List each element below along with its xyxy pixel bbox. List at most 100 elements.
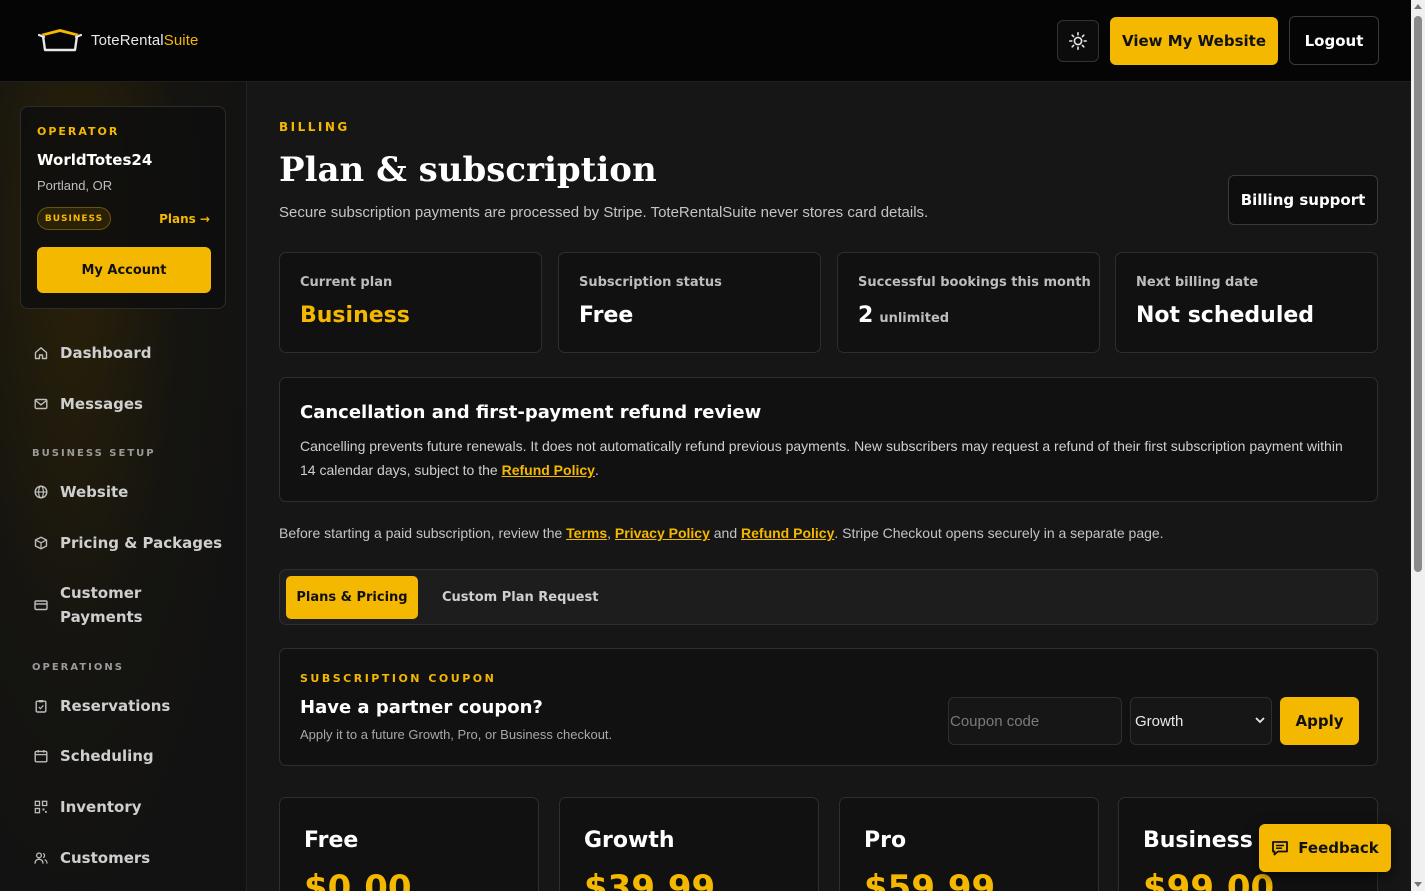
privacy-policy-link[interactable]: Privacy Policy bbox=[615, 525, 710, 541]
notice-title: Cancellation and first-payment refund re… bbox=[300, 402, 762, 423]
credit-card-icon bbox=[34, 598, 48, 612]
plan-price: $0.00 bbox=[304, 868, 412, 891]
coupon-plan-select[interactable]: Growth bbox=[1130, 697, 1272, 745]
clipboard-icon bbox=[34, 699, 48, 713]
logo-text: ToteRentalSuite bbox=[91, 31, 199, 49]
billing-tabs: Plans & Pricing Custom Plan Request bbox=[279, 569, 1378, 625]
theme-toggle-button[interactable] bbox=[1057, 20, 1099, 62]
stat-value: 2 unlimited bbox=[858, 303, 950, 328]
app-logo[interactable]: ToteRentalSuite bbox=[38, 27, 198, 53]
feedback-label: Feedback bbox=[1298, 839, 1379, 857]
sidebar: OPERATOR WorldTotes24 Portland, OR BUSIN… bbox=[0, 82, 247, 891]
apply-coupon-button[interactable]: Apply bbox=[1280, 697, 1359, 745]
sidebar-item-label: Customer Payments bbox=[60, 584, 143, 626]
package-icon bbox=[34, 536, 48, 550]
operator-label: OPERATOR bbox=[37, 125, 120, 138]
globe-icon bbox=[34, 485, 48, 499]
plan-card-growth: Growth $39.99 bbox=[559, 797, 819, 891]
sidebar-item-customer-payments[interactable]: Customer Payments bbox=[34, 581, 143, 629]
mail-icon bbox=[34, 397, 48, 411]
refund-policy-link[interactable]: Refund Policy bbox=[502, 462, 595, 478]
nav-section-operations: OPERATIONS bbox=[32, 662, 124, 673]
chevron-down-icon bbox=[1255, 717, 1265, 724]
calendar-icon bbox=[34, 749, 48, 763]
operator-name: WorldTotes24 bbox=[37, 151, 153, 169]
stat-next-billing-date: Next billing date Not scheduled bbox=[1115, 252, 1378, 353]
stat-value: Not scheduled bbox=[1136, 303, 1315, 328]
sidebar-item-label: Messages bbox=[60, 395, 143, 413]
plan-price: $39.99 bbox=[584, 868, 716, 891]
logout-button[interactable]: Logout bbox=[1289, 16, 1379, 65]
plan-name: Business bbox=[1143, 828, 1253, 853]
plan-card-pro: Pro $59.99 bbox=[839, 797, 1099, 891]
page-eyebrow: BILLING bbox=[279, 120, 350, 134]
sidebar-item-dashboard[interactable]: Dashboard bbox=[34, 341, 151, 365]
sidebar-item-label: Dashboard bbox=[60, 344, 152, 362]
sidebar-item-label: Pricing & Packages bbox=[60, 534, 223, 552]
stat-label: Next billing date bbox=[1136, 275, 1259, 290]
sidebar-item-reservations[interactable]: Reservations bbox=[34, 694, 170, 718]
scroll-thumb[interactable] bbox=[1414, 16, 1422, 572]
selected-plan: Growth bbox=[1135, 712, 1184, 730]
page-title: Plan & subscription bbox=[279, 150, 657, 190]
sun-icon bbox=[1069, 32, 1087, 50]
plan-name: Free bbox=[304, 828, 359, 853]
refund-policy-link[interactable]: Refund Policy bbox=[741, 525, 834, 541]
sidebar-item-label: Inventory bbox=[60, 798, 142, 816]
main-content: BILLING Plan & subscription Secure subsc… bbox=[248, 82, 1411, 891]
nav-section-business-setup: BUSINESS SETUP bbox=[32, 448, 156, 459]
stat-label: Current plan bbox=[300, 275, 393, 290]
notice-body: Cancelling prevents future renewals. It … bbox=[300, 438, 1343, 478]
stat-label: Successful bookings this month bbox=[858, 275, 1091, 290]
sidebar-item-label: Customers bbox=[60, 849, 151, 867]
tab-plans-pricing[interactable]: Plans & Pricing bbox=[286, 576, 418, 619]
stat-subscription-status: Subscription status Free bbox=[558, 252, 821, 353]
tote-box-icon bbox=[38, 29, 82, 52]
plan-name: Pro bbox=[864, 828, 907, 853]
page-subtitle: Secure subscription payments are process… bbox=[279, 204, 929, 221]
coupon-card: SUBSCRIPTION COUPON Have a partner coupo… bbox=[279, 648, 1378, 766]
users-icon bbox=[34, 851, 48, 865]
sidebar-item-label: Scheduling bbox=[60, 747, 154, 765]
coupon-title: Have a partner coupon? bbox=[300, 697, 543, 718]
scroll-up-arrow[interactable] bbox=[1414, 4, 1422, 9]
plans-link[interactable]: Plans → bbox=[159, 212, 210, 226]
stat-bookings-this-month: Successful bookings this month 2 unlimite… bbox=[837, 252, 1100, 353]
refund-notice: Cancellation and first-payment refund re… bbox=[279, 377, 1378, 502]
feedback-button[interactable]: Feedback bbox=[1259, 824, 1391, 872]
operator-card: OPERATOR WorldTotes24 Portland, OR BUSIN… bbox=[20, 106, 226, 309]
sidebar-item-customers[interactable]: Customers bbox=[34, 846, 150, 870]
billing-support-button[interactable]: Billing support bbox=[1228, 175, 1378, 225]
plan-badge: BUSINESS bbox=[37, 207, 111, 230]
chat-icon bbox=[1272, 841, 1289, 856]
plan-card-free: Free $0.00 bbox=[279, 797, 539, 891]
my-account-button[interactable]: My Account bbox=[37, 247, 211, 293]
stat-label: Subscription status bbox=[579, 275, 722, 290]
terms-link[interactable]: Terms bbox=[566, 525, 607, 541]
coupon-eyebrow: SUBSCRIPTION COUPON bbox=[300, 672, 497, 685]
operator-location: Portland, OR bbox=[37, 178, 113, 193]
tab-custom-plan-request[interactable]: Custom Plan Request bbox=[430, 576, 610, 619]
stat-value: Free bbox=[579, 303, 634, 328]
sidebar-item-pricing-packages[interactable]: Pricing & Packages bbox=[34, 531, 222, 555]
plan-price: $59.99 bbox=[864, 868, 996, 891]
stat-current-plan: Current plan Business bbox=[279, 252, 542, 353]
sidebar-item-label: Reservations bbox=[60, 697, 171, 715]
coupon-code-input[interactable] bbox=[948, 697, 1122, 745]
coupon-subtitle: Apply it to a future Growth, Pro, or Bus… bbox=[300, 727, 613, 742]
home-icon bbox=[34, 346, 48, 360]
sidebar-item-inventory[interactable]: Inventory bbox=[34, 795, 142, 819]
scroll-down-arrow[interactable] bbox=[1414, 882, 1422, 887]
qr-grid-icon bbox=[34, 800, 48, 814]
stat-suffix: unlimited bbox=[879, 311, 950, 326]
page-scrollbar[interactable] bbox=[1411, 0, 1425, 891]
terms-notice: Before starting a paid subscription, rev… bbox=[279, 525, 1164, 541]
sidebar-item-scheduling[interactable]: Scheduling bbox=[34, 744, 154, 768]
sidebar-item-label: Website bbox=[60, 483, 129, 501]
plan-name: Growth bbox=[584, 828, 675, 853]
stat-value: Business bbox=[300, 303, 410, 328]
sidebar-item-website[interactable]: Website bbox=[34, 480, 128, 504]
sidebar-item-messages[interactable]: Messages bbox=[34, 392, 143, 416]
view-website-button[interactable]: View My Website bbox=[1110, 17, 1278, 65]
top-bar: ToteRentalSuite View My Website Logout bbox=[0, 0, 1411, 82]
